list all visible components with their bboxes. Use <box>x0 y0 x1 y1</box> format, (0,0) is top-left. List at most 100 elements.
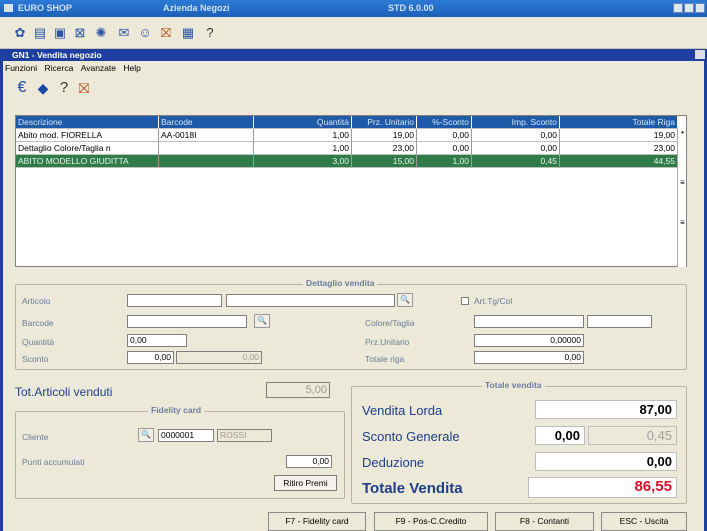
articolo-search-icon[interactable]: 🔍 <box>397 293 413 307</box>
inner-toolbar: € ◆ ? ⛝ <box>0 75 707 105</box>
table-row[interactable]: Dettaglio Colore/Taglia n 1,00 23,00 0,0… <box>16 142 688 155</box>
scroll-thumb-icon[interactable]: ≡ <box>679 178 686 187</box>
cell-prz-unitario: 19,00 <box>352 129 417 142</box>
fidelity-card-button[interactable]: F7 - Fidelity card <box>268 512 366 531</box>
inner-window-title: GN1 - Vendita negozio <box>0 49 707 61</box>
cliente-search-icon[interactable]: 🔍 <box>138 428 154 442</box>
art-tg-col-checkbox[interactable] <box>461 297 469 305</box>
sconto-generale-value: 0,45 <box>588 426 677 445</box>
euro-icon[interactable]: € <box>14 80 30 96</box>
uscita-button[interactable]: ESC - Uscita <box>601 512 687 531</box>
menu-funzioni[interactable]: Funzioni <box>5 61 37 75</box>
barcode-input[interactable] <box>127 315 247 328</box>
world-icon[interactable]: ✿ <box>12 25 28 41</box>
tot-articoli-value: 5,00 <box>266 382 330 398</box>
cell-sconto-pct: 1,00 <box>417 155 472 168</box>
vendita-lorda-label: Vendita Lorda <box>362 403 443 418</box>
barcode-search-icon[interactable]: 🔍 <box>254 314 270 328</box>
menu-ricerca[interactable]: Ricerca <box>45 61 74 75</box>
cell-descrizione: ABITO MODELLO GIUDITTA <box>16 155 159 168</box>
chat-icon[interactable]: ☺ <box>137 25 153 41</box>
colore-input[interactable] <box>474 315 584 328</box>
colore-taglia-label: Colore/Taglia <box>365 318 415 328</box>
taglia-input[interactable] <box>587 315 652 328</box>
exit-icon[interactable]: ⛝ <box>158 25 174 41</box>
cell-imp-sconto: 0,00 <box>472 142 560 155</box>
cell-quantita: 1,00 <box>254 142 352 155</box>
scroll-down-icon[interactable]: ≡ <box>679 218 686 227</box>
mail-icon[interactable]: ✉ <box>116 25 132 41</box>
totale-vendita-title: Totale vendita <box>482 380 545 390</box>
help-question-icon[interactable]: ? <box>56 80 72 96</box>
cell-totale-riga: 23,00 <box>560 142 678 155</box>
calendar-icon[interactable]: ▦ <box>180 25 196 41</box>
punti-label: Punti accumulati <box>22 457 85 467</box>
totale-vendita-value: 86,55 <box>528 477 677 498</box>
contanti-button[interactable]: F8 - Contanti <box>495 512 594 531</box>
pos-credito-button[interactable]: F9 - Pos-C.Credito <box>374 512 488 531</box>
company-name: Azienda Negozi <box>163 3 230 13</box>
menu-help[interactable]: Help <box>123 61 140 75</box>
sconto-label: Sconto <box>22 354 49 364</box>
table-row[interactable]: Abito mod. FIORELLA AA-0018I 1,00 19,00 … <box>16 129 688 142</box>
word-icon[interactable]: ▣ <box>52 25 68 41</box>
col-barcode[interactable]: Barcode <box>159 116 254 129</box>
help-icon[interactable]: ? <box>202 25 218 41</box>
arrows-icon[interactable]: ◆ <box>35 80 51 96</box>
ritiro-premi-button[interactable]: Ritiro Premi <box>274 475 337 491</box>
col-imp-sconto[interactable]: Imp. Sconto <box>472 116 560 129</box>
col-totale-riga[interactable]: Totale Riga <box>560 116 678 129</box>
cell-prz-unitario: 23,00 <box>352 142 417 155</box>
main-toolbar: ✿ ▤ ▣ ⊠ ✺ ✉ ☺ ⛝ ▦ ? <box>0 17 707 49</box>
browser-icon[interactable]: ✺ <box>93 25 109 41</box>
sconto-amount-input: 0,00 <box>176 351 262 364</box>
col-prz-unitario[interactable]: Prz. Unitario <box>352 116 417 129</box>
outer-title-bar: EURO SHOP Azienda Negozi STD 6.0.00 <box>0 0 707 17</box>
col-quantita[interactable]: Quantità <box>254 116 352 129</box>
close-button[interactable] <box>695 3 705 13</box>
articolo-label: Articolo <box>22 296 51 306</box>
maximize-button[interactable] <box>684 3 694 13</box>
cell-totale-riga: 44,55 <box>560 155 678 168</box>
grid-scrollbar[interactable]: • ≡ ≡ <box>677 128 686 267</box>
quantita-label: Quantità <box>22 337 55 347</box>
cell-descrizione: Dettaglio Colore/Taglia n <box>16 142 159 155</box>
cliente-name-input: ROSSI <box>217 429 272 442</box>
totale-vendita-label: Totale Vendita <box>362 480 463 497</box>
exit-door-icon[interactable]: ⛝ <box>76 80 92 96</box>
quantita-input[interactable]: 0,00 <box>127 334 187 347</box>
cell-totale-riga: 19,00 <box>560 129 678 142</box>
excel-icon[interactable]: ⊠ <box>72 25 88 41</box>
menu-bar: Funzioni Ricerca Avanzate Help <box>0 61 707 75</box>
keyboard-icon[interactable]: ▤ <box>32 25 48 41</box>
cell-barcode <box>159 142 254 155</box>
inner-close-button[interactable] <box>695 50 705 59</box>
dettaglio-title: Dettaglio vendita <box>303 278 378 288</box>
cell-sconto-pct: 0,00 <box>417 129 472 142</box>
cell-sconto-pct: 0,00 <box>417 142 472 155</box>
grid-header: Descrizione Barcode Quantità Prz. Unitar… <box>16 116 688 129</box>
fidelity-title: Fidelity card <box>148 405 205 415</box>
deduzione-label: Deduzione <box>362 455 425 470</box>
tot-articoli-label: Tot.Articoli venduti <box>15 385 113 399</box>
punti-value: 0,00 <box>286 455 332 468</box>
col-descrizione[interactable]: Descrizione <box>16 116 159 129</box>
articolo-desc-input[interactable] <box>226 294 395 307</box>
minimize-button[interactable] <box>673 3 683 13</box>
cell-prz-unitario: 15,00 <box>352 155 417 168</box>
cell-barcode <box>159 155 254 168</box>
sconto-input[interactable]: 0,00 <box>127 351 174 364</box>
blank-panel <box>107 218 170 254</box>
art-tg-col-label: Art.Tg/Col <box>474 296 513 306</box>
articolo-code-input[interactable] <box>127 294 222 307</box>
version: STD 6.0.00 <box>388 3 434 13</box>
prz-unitario-label: Prz.Unitario <box>365 337 410 347</box>
menu-avanzate[interactable]: Avanzate <box>81 61 116 75</box>
prz-unitario-input[interactable]: 0,00000 <box>474 334 584 347</box>
scroll-up-icon[interactable]: • <box>679 128 686 137</box>
sconto-generale-pct[interactable]: 0,00 <box>535 426 585 445</box>
col-sconto-pct[interactable]: %-Sconto <box>417 116 472 129</box>
deduzione-value[interactable]: 0,00 <box>535 452 677 471</box>
table-row-selected[interactable]: ABITO MODELLO GIUDITTA 3,00 15,00 1,00 0… <box>16 155 688 168</box>
cliente-code-input[interactable]: 0000001 <box>158 429 214 442</box>
